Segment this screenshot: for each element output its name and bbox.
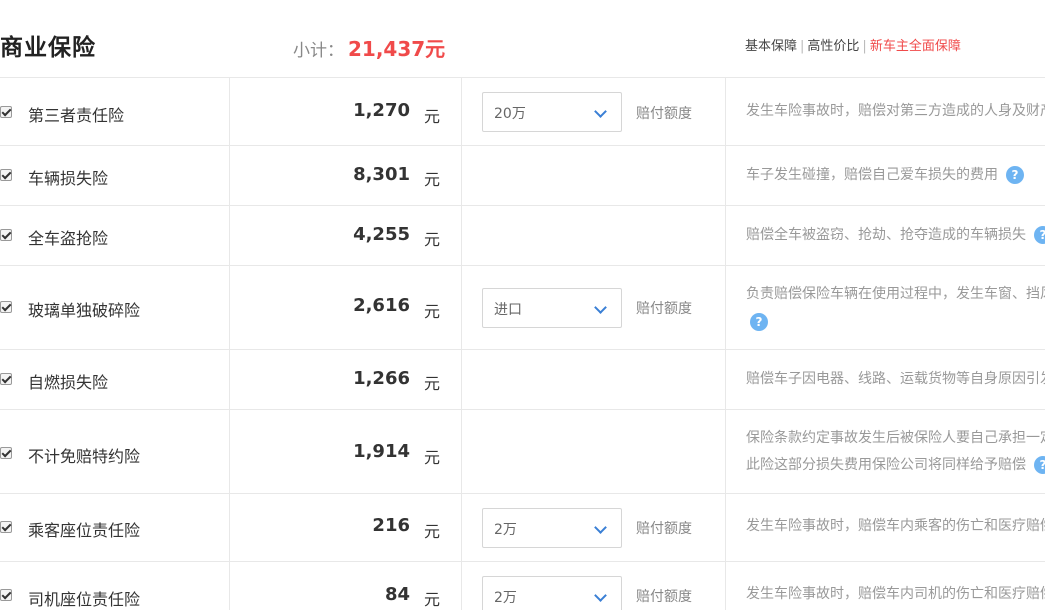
item-price: 1,914 (353, 441, 410, 462)
item-description-text: 发生车险事故时，赔偿车内司机的伤亡和医疗赔偿 (746, 586, 1045, 602)
item-name: 第三者责任险 (28, 106, 125, 125)
coverage-label: 赔付额度 (636, 521, 692, 537)
item-description-line: 此险这部分损失费用保险公司将同样给予赔偿? (746, 452, 1045, 479)
help-icon[interactable]: ? (1006, 166, 1024, 184)
item-checkbox[interactable] (0, 447, 12, 459)
coverage-label: 赔付额度 (636, 589, 692, 605)
item-name: 车辆损失险 (28, 169, 109, 188)
section-header: 商业保险 小计： 21,437元 基本保障 | 高性价比 | 新车主全面保障 (0, 0, 1045, 78)
coverage-select[interactable]: 进口 (482, 288, 622, 328)
insurance-row: 司机座位责任险 84 元 2万 赔付额度 发生车险事故时，赔偿车内司机的伤亡和医… (0, 562, 1045, 610)
item-description: 车子发生碰撞，赔偿自己爱车损失的费用? (746, 162, 1045, 189)
item-description-text: 发生车险事故时，赔偿车内乘客的伤亡和医疗赔偿 (746, 518, 1045, 534)
item-description: 赔偿车子因电器、线路、运载货物等自身原因引发 (746, 366, 1045, 393)
item-description-text: 车子发生碰撞，赔偿自己爱车损失的费用 (746, 167, 998, 183)
item-checkbox[interactable] (0, 301, 12, 313)
item-price: 216 (372, 515, 410, 536)
item-name: 司机座位责任险 (28, 590, 141, 609)
chevron-down-icon (594, 105, 607, 118)
help-icon[interactable]: ? (1034, 456, 1045, 474)
coverage-select-value: 20万 (494, 106, 526, 122)
item-checkbox[interactable] (0, 589, 12, 601)
subtotal: 小计： 21,437元 (293, 33, 445, 62)
subtotal-label: 小计： (293, 41, 344, 61)
coverage-select[interactable]: 20万 (482, 92, 622, 132)
item-checkbox[interactable] (0, 169, 12, 181)
insurance-row: 第三者责任险 1,270 元 20万 赔付额度 发生车险事故时，赔偿对第三方造成… (0, 78, 1045, 146)
item-description: 发生车险事故时，赔偿对第三方造成的人身及财产损失 (746, 98, 1045, 125)
item-name: 玻璃单独破碎险 (28, 301, 141, 320)
item-description: 发生车险事故时，赔偿车内司机的伤亡和医疗赔偿 (746, 581, 1045, 608)
item-description: 赔偿全车被盗窃、抢劫、抢夺造成的车辆损失? (746, 222, 1045, 249)
insurance-row: 不计免赔特约险 1,914 元 保险条款约定事故发生后被保险人要自己承担一定 此… (0, 410, 1045, 494)
item-name: 全车盗抢险 (28, 229, 109, 248)
coverage-label: 赔付额度 (636, 106, 692, 122)
coverage-select[interactable]: 2万 (482, 508, 622, 548)
plan-value[interactable]: 高性价比 (807, 39, 859, 54)
coverage-select[interactable]: 2万 (482, 576, 622, 610)
item-description: 保险条款约定事故发生后被保险人要自己承担一定 此险这部分损失费用保险公司将同样给… (746, 425, 1045, 479)
price-unit: 元 (424, 374, 441, 393)
item-description-text: 赔偿全车被盗窃、抢劫、抢夺造成的车辆损失 (746, 227, 1026, 243)
item-description-text: 赔偿车子因电器、线路、运载货物等自身原因引发 (746, 371, 1045, 387)
item-price: 8,301 (353, 164, 410, 185)
item-checkbox[interactable] (0, 229, 12, 241)
chevron-down-icon (594, 589, 607, 602)
price-unit: 元 (424, 170, 441, 189)
item-description-text: 发生车险事故时，赔偿对第三方造成的人身及财产损失 (746, 103, 1045, 119)
price-unit: 元 (424, 302, 441, 321)
plan-switcher: 基本保障 | 高性价比 | 新车主全面保障 (745, 35, 961, 54)
insurance-row: 玻璃单独破碎险 2,616 元 进口 赔付额度 负责赔偿保险车辆在使用过程中，发… (0, 266, 1045, 350)
insurance-row: 乘客座位责任险 216 元 2万 赔付额度 发生车险事故时，赔偿车内乘客的伤亡和… (0, 494, 1045, 562)
coverage-select-value: 2万 (494, 590, 517, 606)
item-description-text: 此险这部分损失费用保险公司将同样给予赔偿 (746, 457, 1026, 473)
item-description-line: 保险条款约定事故发生后被保险人要自己承担一定 (746, 430, 1045, 446)
insurance-row: 车辆损失险 8,301 元 车子发生碰撞，赔偿自己爱车损失的费用? (0, 146, 1045, 206)
item-name: 自燃损失险 (28, 373, 109, 392)
item-description: 发生车险事故时，赔偿车内乘客的伤亡和医疗赔偿 (746, 513, 1045, 540)
item-description: 负责赔偿保险车辆在使用过程中，发生车窗、挡风玻璃单独破碎 (746, 281, 1045, 308)
chevron-down-icon (594, 301, 607, 314)
item-description-text: 负责赔偿保险车辆在使用过程中，发生车窗、挡风玻璃单独破碎 (746, 286, 1045, 302)
coverage-select-value: 2万 (494, 522, 517, 538)
plan-basic[interactable]: 基本保障 (745, 39, 797, 54)
item-price: 84 (384, 584, 410, 605)
price-unit: 元 (424, 590, 441, 609)
item-checkbox[interactable] (0, 521, 12, 533)
help-icon[interactable]: ? (750, 313, 768, 331)
item-checkbox[interactable] (0, 106, 12, 118)
price-unit: 元 (424, 522, 441, 541)
coverage-label: 赔付额度 (636, 301, 692, 317)
insurance-row: 自燃损失险 1,266 元 赔偿车子因电器、线路、运载货物等自身原因引发 (0, 350, 1045, 410)
price-unit: 元 (424, 448, 441, 467)
insurance-row: 全车盗抢险 4,255 元 赔偿全车被盗窃、抢劫、抢夺造成的车辆损失? (0, 206, 1045, 266)
chevron-down-icon (594, 521, 607, 534)
help-icon[interactable]: ? (1034, 226, 1045, 244)
item-price: 2,616 (353, 295, 410, 316)
price-unit: 元 (424, 107, 441, 126)
plan-new-owner-full[interactable]: 新车主全面保障 (870, 39, 961, 54)
price-unit: 元 (424, 230, 441, 249)
item-price: 1,270 (353, 100, 410, 121)
subtotal-value: 21,437元 (348, 37, 446, 61)
coverage-select-value: 进口 (494, 302, 522, 318)
section-title: 商业保险 (0, 35, 96, 61)
item-name: 乘客座位责任险 (28, 521, 141, 540)
item-price: 4,255 (353, 224, 410, 245)
item-name: 不计免赔特约险 (28, 447, 141, 466)
item-price: 1,266 (353, 368, 410, 389)
plan-separator: | (800, 39, 805, 54)
item-checkbox[interactable] (0, 373, 12, 385)
plan-separator: | (862, 39, 867, 54)
